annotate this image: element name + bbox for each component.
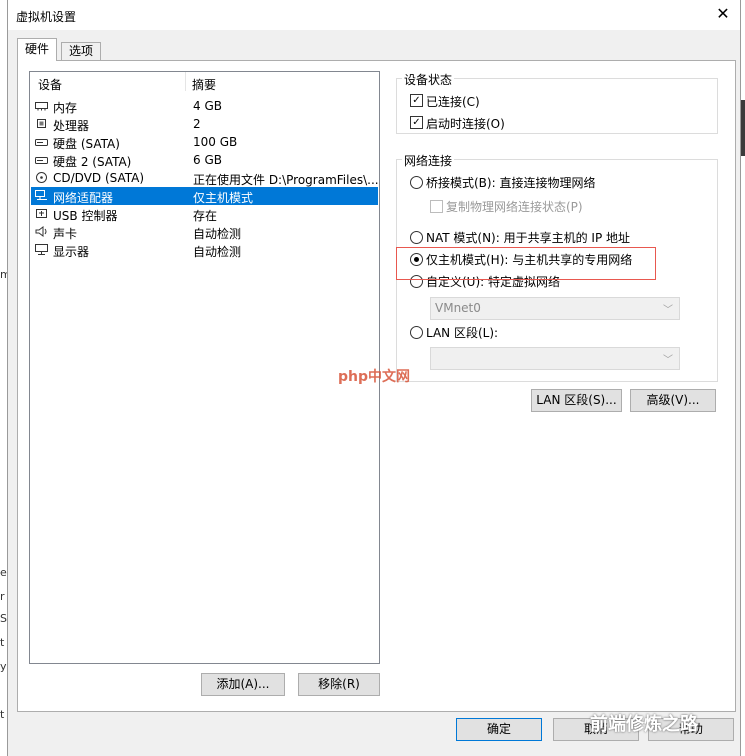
device-summary: 2 xyxy=(193,117,201,131)
device-summary: 正在使用文件 D:\ProgramFiles\... xyxy=(193,173,379,187)
tab-options[interactable]: 选项 xyxy=(61,42,102,60)
custom-network-value: VMnet0 xyxy=(435,301,481,315)
bridged-label[interactable]: 桥接模式(B): 直接连接物理网络 xyxy=(426,174,595,191)
title-bar: 虚拟机设置 ✕ xyxy=(8,0,740,30)
lan-segment-select[interactable]: ﹀ xyxy=(430,347,680,370)
device-summary: 存在 xyxy=(193,209,218,223)
annotation-highlight-box xyxy=(396,247,656,280)
device-name: 硬盘 2 (SATA) xyxy=(53,155,132,169)
device-name: 声卡 xyxy=(53,227,78,241)
remove-button[interactable]: 移除(R) xyxy=(298,673,380,696)
replicate-state-label[interactable]: 复制物理网络连接状态(P) xyxy=(446,198,583,215)
lan-segments-button[interactable]: LAN 区段(S)... xyxy=(531,389,622,412)
column-header-device[interactable]: 设备 xyxy=(38,76,62,93)
custom-network-select[interactable]: VMnet0 ﹀ xyxy=(430,297,680,320)
network-connection-title: 网络连接 xyxy=(402,152,455,169)
background-text: S xyxy=(0,612,7,625)
background-text: t xyxy=(0,708,5,721)
wechat-watermark: 前端修炼之路 xyxy=(590,714,698,735)
close-icon[interactable]: ✕ xyxy=(712,3,734,25)
tab-hardware[interactable]: 硬件 xyxy=(17,38,58,61)
device-summary: 4 GB xyxy=(193,99,222,113)
device-list[interactable]: 设备 摘要 内存 4 GB 处理器 2 硬盘 (SATA) 100 GB 硬盘 … xyxy=(29,71,380,664)
device-row-hard-disk[interactable]: 硬盘 (SATA) 100 GB xyxy=(31,133,378,151)
connected-label[interactable]: 已连接(C) xyxy=(426,93,480,110)
add-button[interactable]: 添加(A)... xyxy=(201,673,285,696)
device-summary: 6 GB xyxy=(193,153,222,167)
cpu-icon xyxy=(37,119,46,128)
device-row-memory[interactable]: 内存 4 GB xyxy=(31,97,378,115)
background-text: t xyxy=(0,636,5,649)
list-header: 设备 摘要 xyxy=(30,72,379,93)
device-name: 显示器 xyxy=(53,245,90,259)
php-watermark: php中文网 xyxy=(338,369,411,385)
device-row-hard-disk-2[interactable]: 硬盘 2 (SATA) 6 GB xyxy=(31,151,378,169)
cd-icon xyxy=(36,172,47,183)
connected-checkbox[interactable]: ✓ xyxy=(410,94,423,107)
device-row-sound-card[interactable]: 声卡 自动检测 xyxy=(31,223,378,241)
bridged-radio[interactable] xyxy=(410,176,423,189)
network-adapter-icon xyxy=(35,190,47,200)
chevron-down-icon: ﹀ xyxy=(663,355,673,366)
device-name: 硬盘 (SATA) xyxy=(53,137,120,151)
nat-radio[interactable] xyxy=(410,231,423,244)
column-header-summary[interactable]: 摘要 xyxy=(192,76,216,93)
column-divider[interactable] xyxy=(185,72,186,91)
disk-icon xyxy=(35,157,48,164)
device-row-cd-dvd[interactable]: CD/DVD (SATA) 正在使用文件 D:\ProgramFiles\... xyxy=(31,169,379,187)
device-row-display[interactable]: 显示器 自动检测 xyxy=(31,241,378,259)
window-title: 虚拟机设置 xyxy=(16,10,77,24)
device-summary: 100 GB xyxy=(193,135,238,149)
chevron-down-icon: ﹀ xyxy=(663,305,673,316)
memory-icon xyxy=(35,102,48,111)
monitor-icon xyxy=(35,244,48,255)
connect-at-power-on-checkbox[interactable]: ✓ xyxy=(410,116,423,129)
device-summary: 仅主机模式 xyxy=(193,191,254,205)
device-name: USB 控制器 xyxy=(53,209,118,223)
device-name: 内存 xyxy=(53,101,78,115)
device-status-title: 设备状态 xyxy=(402,71,455,88)
vm-settings-dialog: 虚拟机设置 ✕ 硬件 选项 设备 摘要 内存 4 GB 处理器 2 硬盘 (SA… xyxy=(7,0,741,756)
device-name: 网络适配器 xyxy=(53,191,114,205)
background-text: y xyxy=(0,660,7,673)
nat-label[interactable]: NAT 模式(N): 用于共享主机的 IP 地址 xyxy=(426,229,630,246)
background-text: e xyxy=(0,566,7,579)
usb-icon xyxy=(36,209,47,218)
device-row-usb-controller[interactable]: USB 控制器 存在 xyxy=(31,205,378,223)
speaker-icon xyxy=(35,226,47,237)
device-summary: 自动检测 xyxy=(193,227,242,241)
advanced-button[interactable]: 高级(V)... xyxy=(630,389,716,412)
device-row-processor[interactable]: 处理器 2 xyxy=(31,115,378,133)
disk-icon xyxy=(35,139,48,146)
replicate-state-checkbox[interactable] xyxy=(430,200,443,213)
device-name: CD/DVD (SATA) xyxy=(53,171,145,185)
device-name: 处理器 xyxy=(53,119,90,133)
background-text: r xyxy=(0,590,5,603)
lan-segment-radio[interactable] xyxy=(410,326,423,339)
ok-button[interactable]: 确定 xyxy=(456,718,542,741)
device-row-network-adapter[interactable]: 网络适配器 仅主机模式 xyxy=(31,187,378,205)
device-summary: 自动检测 xyxy=(193,245,242,259)
lan-segment-label[interactable]: LAN 区段(L): xyxy=(426,324,498,341)
connect-at-power-on-label[interactable]: 启动时连接(O) xyxy=(426,115,505,132)
